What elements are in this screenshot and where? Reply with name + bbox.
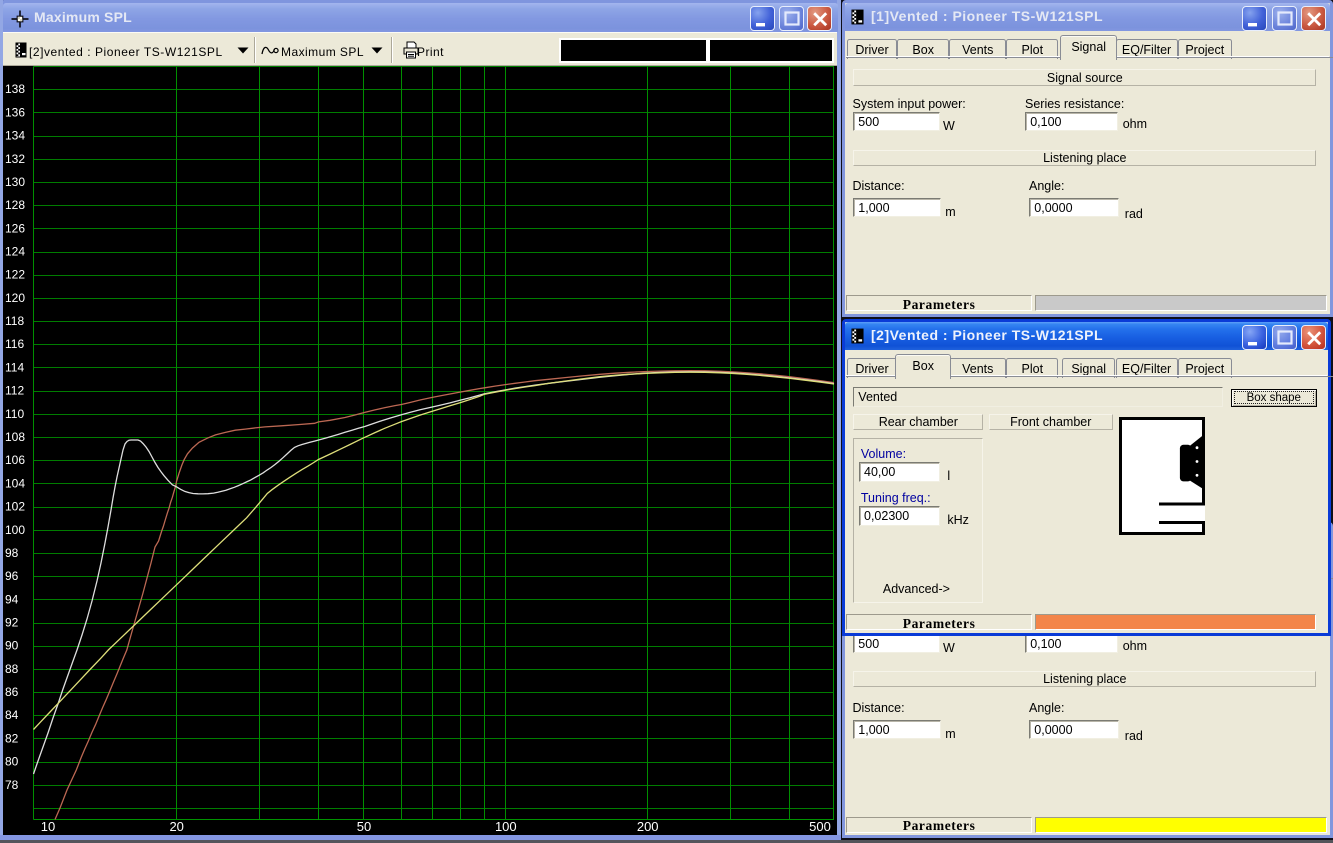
svg-text:86: 86 xyxy=(5,685,19,699)
svg-text:100: 100 xyxy=(495,819,517,834)
svg-text:138: 138 xyxy=(5,82,25,96)
svg-text:94: 94 xyxy=(5,592,19,606)
svg-text:500: 500 xyxy=(809,819,831,834)
svg-text:116: 116 xyxy=(5,337,24,351)
svg-text:106: 106 xyxy=(5,453,25,467)
svg-text:112: 112 xyxy=(5,384,24,398)
svg-text:126: 126 xyxy=(5,221,25,235)
svg-text:78: 78 xyxy=(5,778,19,792)
svg-text:118: 118 xyxy=(5,314,24,328)
svg-text:114: 114 xyxy=(5,360,24,374)
svg-text:90: 90 xyxy=(5,639,19,653)
svg-text:108: 108 xyxy=(5,430,25,444)
svg-text:10: 10 xyxy=(41,819,55,834)
svg-text:98: 98 xyxy=(5,546,19,560)
svg-text:136: 136 xyxy=(5,105,25,119)
svg-text:92: 92 xyxy=(5,616,19,630)
svg-text:134: 134 xyxy=(5,129,25,143)
svg-text:80: 80 xyxy=(5,755,19,769)
svg-text:110: 110 xyxy=(5,407,24,421)
svg-text:82: 82 xyxy=(5,731,19,745)
svg-text:20: 20 xyxy=(169,819,183,834)
svg-text:104: 104 xyxy=(5,476,25,490)
svg-text:84: 84 xyxy=(5,708,19,722)
svg-text:124: 124 xyxy=(5,245,25,259)
svg-text:130: 130 xyxy=(5,175,25,189)
svg-text:132: 132 xyxy=(5,152,25,166)
svg-text:100: 100 xyxy=(5,523,25,537)
svg-text:50: 50 xyxy=(357,819,371,834)
svg-text:200: 200 xyxy=(637,819,659,834)
svg-text:122: 122 xyxy=(5,268,25,282)
svg-text:102: 102 xyxy=(5,500,25,514)
svg-text:128: 128 xyxy=(5,198,25,212)
svg-text:120: 120 xyxy=(5,291,25,305)
svg-text:88: 88 xyxy=(5,662,19,676)
svg-text:96: 96 xyxy=(5,569,19,583)
